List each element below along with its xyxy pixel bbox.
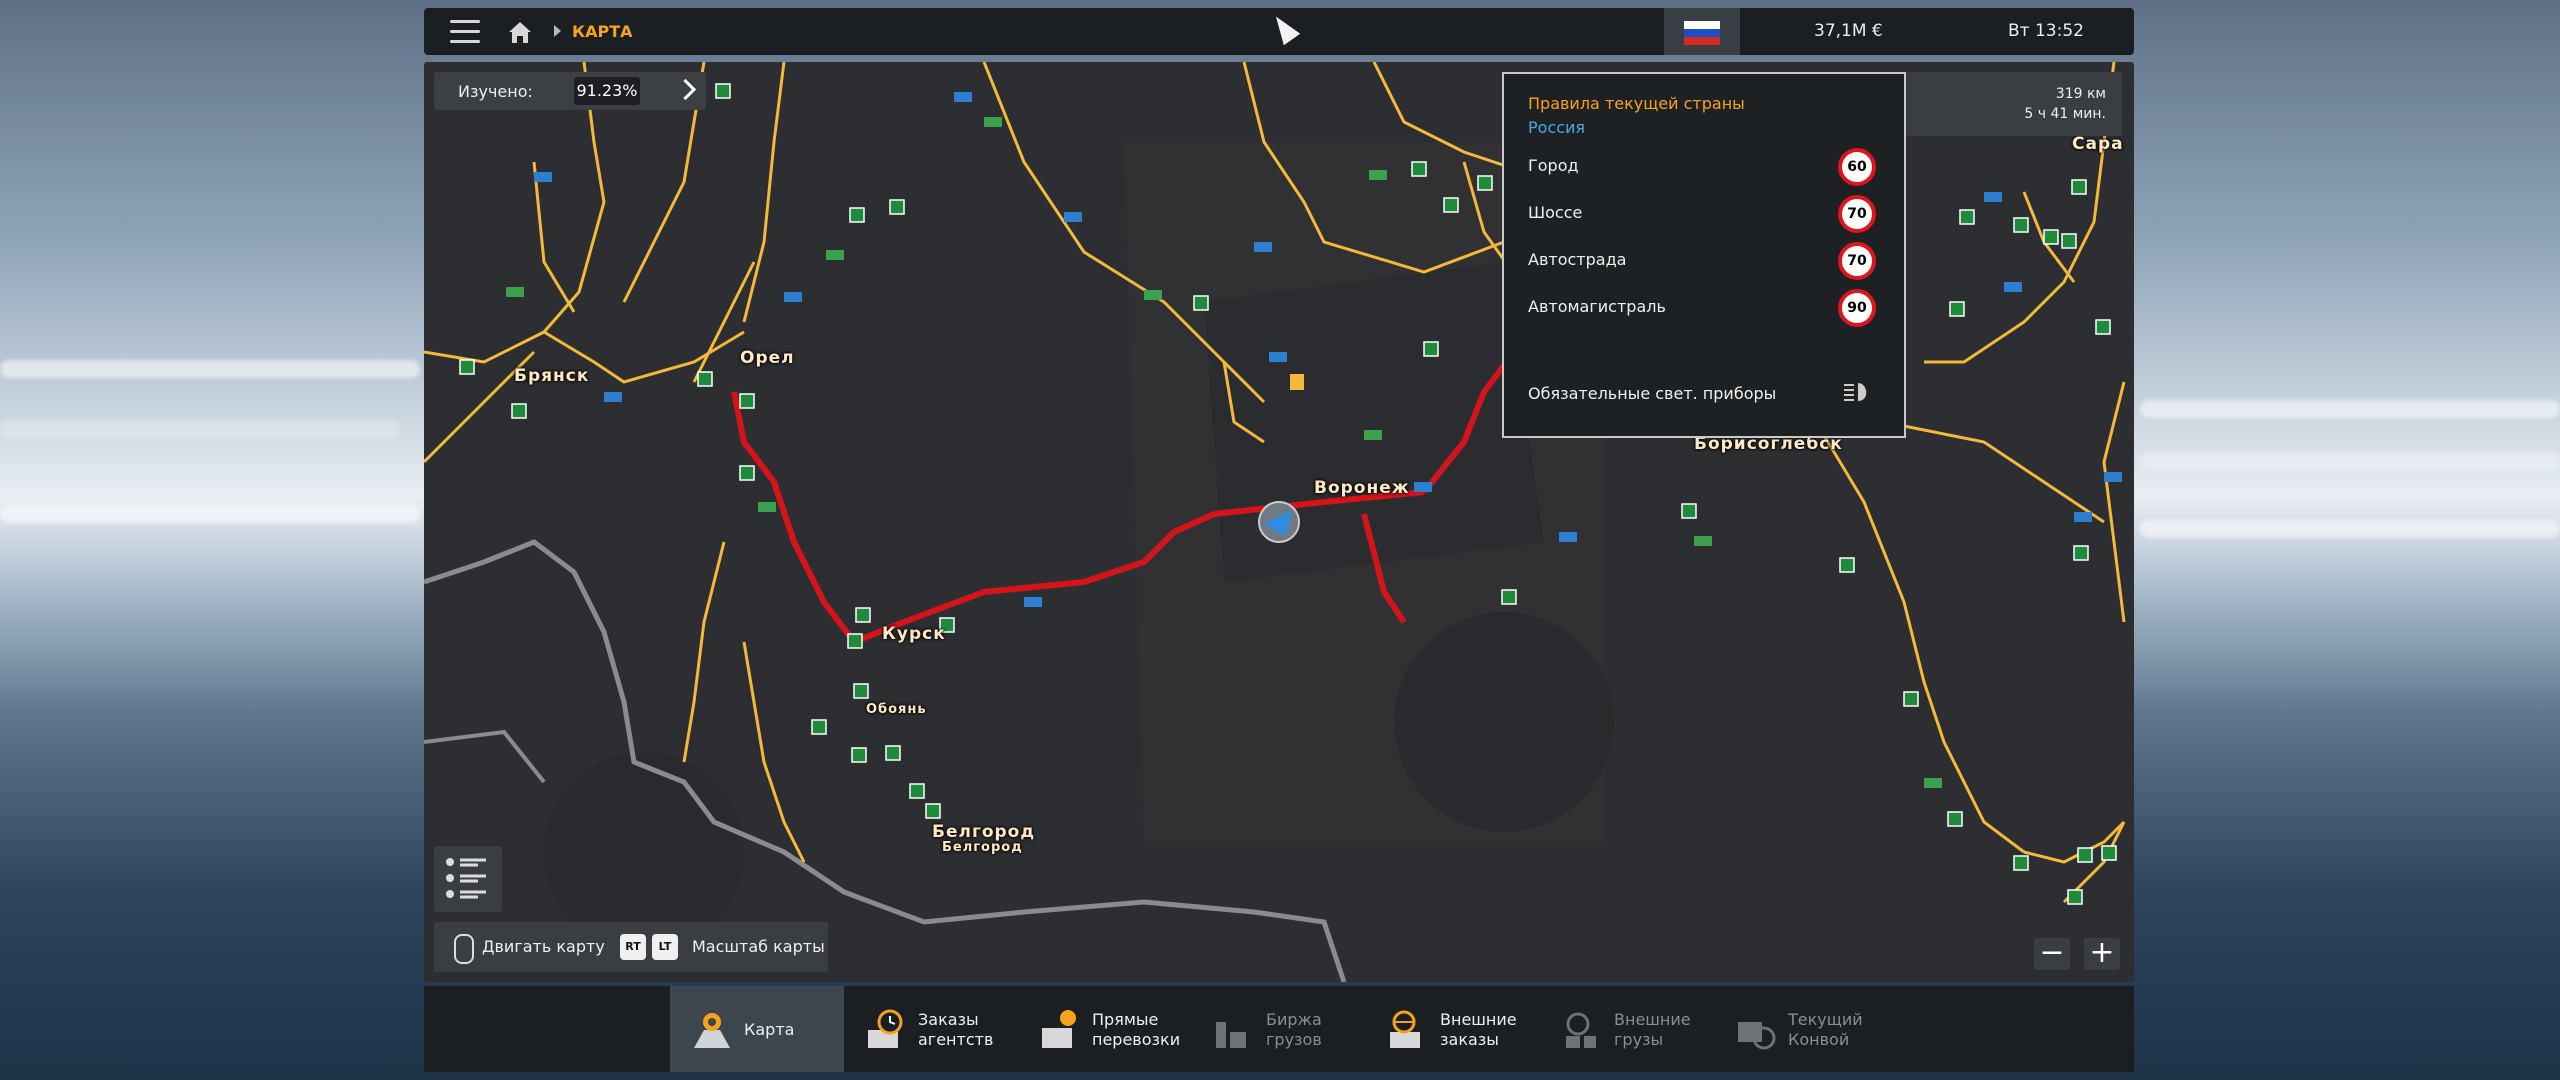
lt-key-icon: LT [652, 934, 678, 960]
direct-freight-icon [1042, 1010, 1076, 1048]
breadcrumb-arrow-icon [554, 25, 561, 37]
route-info-panel: 319 км 5 ч 41 мин. [1904, 72, 2122, 136]
game-clock: Вт 13:52 [2008, 21, 2084, 41]
tab-label: Заказы агентств [918, 1010, 994, 1049]
tab-label: Биржа грузов [1266, 1010, 1322, 1049]
route-time: 5 ч 41 мин. [2024, 106, 2106, 122]
rule-row-expressway: Автострада 70 [1528, 240, 1884, 280]
rule-row-city: Город 60 [1528, 146, 1884, 186]
headlight-icon [1844, 383, 1867, 401]
tab-label: Внешние грузы [1614, 1010, 1691, 1049]
home-icon[interactable] [506, 18, 534, 46]
freight-market-icon [1216, 1022, 1246, 1048]
country-rules-title: Правила текущей страны [1528, 94, 1745, 113]
city-label-belgorod-small: Белгород [942, 840, 1023, 855]
background-streak [0, 420, 400, 438]
tab-current-convoy[interactable]: Текущий Конвой [1714, 986, 1888, 1072]
tab-direct-freight[interactable]: Прямые перевозки [1018, 986, 1192, 1072]
city-label-sara[interactable]: Сара [2072, 134, 2124, 154]
background-streak [0, 505, 420, 523]
controls-hint-bar: Двигать карту RT LT Масштаб карты [434, 922, 828, 972]
city-label-voronezh[interactable]: Воронеж [1314, 478, 1410, 498]
tab-external-cargo[interactable]: Внешние грузы [1540, 986, 1714, 1072]
city-label-orel[interactable]: Орел [740, 348, 795, 368]
rule-row-motorway: Автомагистраль 90 [1528, 287, 1884, 327]
city-label-oboyan[interactable]: Обоянь [866, 702, 927, 717]
rt-key-icon: RT [620, 934, 646, 960]
external-contracts-icon [1390, 1010, 1420, 1048]
city-label-bryansk[interactable]: Брянск [514, 366, 589, 386]
map-tab-icon [694, 1013, 730, 1048]
rule-label: Автострада [1528, 250, 1627, 269]
mouse-icon [454, 934, 474, 964]
explored-value: 91.23% [574, 77, 640, 105]
bottom-tab-bar: Карта Заказы агентств Прямые перевозки Б… [424, 986, 2134, 1072]
legend-icon [446, 858, 486, 899]
country-rules-popup: Правила текущей страны Россия Город 60 Ш… [1502, 72, 1906, 438]
convoy-icon [1738, 1022, 1776, 1050]
rule-row-highway: Шоссе 70 [1528, 193, 1884, 233]
map-legend-button[interactable] [434, 846, 502, 912]
explored-panel: Изучено: 91.23% [434, 72, 706, 110]
russia-flag-icon [1684, 21, 1720, 45]
speed-limit-sign-icon: 60 [1838, 148, 1876, 186]
rule-label: Город [1528, 156, 1579, 175]
rule-label: Шоссе [1528, 203, 1583, 222]
money-balance: 37,1M € [1814, 21, 1883, 41]
move-map-hint: Двигать карту [482, 937, 605, 956]
country-flag-button[interactable] [1664, 8, 1740, 55]
rule-row-lights: Обязательные свет. приборы [1528, 374, 1884, 414]
tab-map[interactable]: Карта [670, 986, 844, 1072]
tab-label: Текущий Конвой [1788, 1010, 1863, 1049]
country-name: Россия [1528, 118, 1586, 137]
background-streak [2140, 452, 2560, 470]
tab-agency-jobs[interactable]: Заказы агентств [844, 986, 1018, 1072]
tab-label: Карта [744, 1020, 795, 1039]
rule-label: Обязательные свет. приборы [1528, 384, 1777, 403]
city-label-kursk[interactable]: Курск [882, 624, 946, 644]
tab-external-contracts[interactable]: Внешние заказы [1366, 986, 1540, 1072]
breadcrumb[interactable]: КАРТА [572, 22, 632, 41]
zoom-out-button[interactable]: − [2034, 938, 2070, 970]
background-streak [0, 360, 420, 378]
city-label-belgorod[interactable]: Белгород [932, 822, 1035, 842]
agency-jobs-icon [868, 1009, 903, 1048]
route-distance: 319 км [2055, 86, 2106, 102]
external-cargo-icon [1566, 1012, 1596, 1048]
background-streak [2140, 400, 2560, 418]
background-streak [2140, 520, 2560, 538]
speed-limit-sign-icon: 90 [1838, 289, 1876, 327]
speed-limit-sign-icon: 70 [1838, 242, 1876, 280]
zoom-in-button[interactable]: + [2084, 938, 2120, 970]
tab-label: Прямые перевозки [1092, 1010, 1181, 1049]
tab-label: Внешние заказы [1440, 1010, 1517, 1049]
zoom-map-hint: Масштаб карты [692, 937, 825, 956]
speed-limit-sign-icon: 70 [1838, 195, 1876, 233]
chevron-right-icon[interactable] [674, 78, 697, 101]
rule-label: Автомагистраль [1528, 297, 1666, 316]
menu-icon[interactable] [450, 20, 480, 43]
tab-freight-market[interactable]: Биржа грузов [1192, 986, 1366, 1072]
explored-label: Изучено: [458, 82, 533, 101]
